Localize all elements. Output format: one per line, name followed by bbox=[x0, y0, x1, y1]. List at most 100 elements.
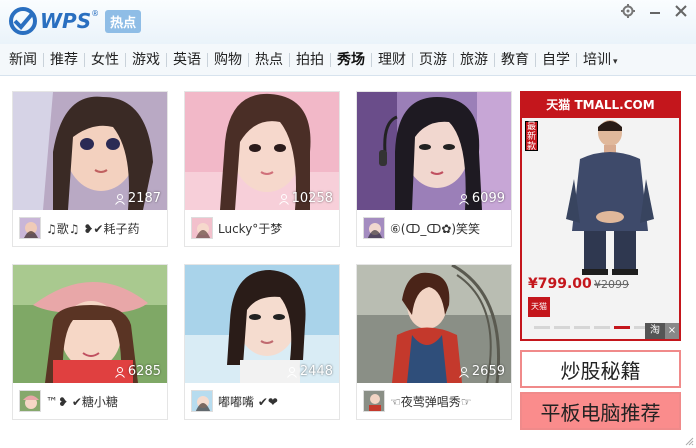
nav-tab[interactable]: 页游 bbox=[413, 44, 453, 76]
nav-tab[interactable]: 热点 bbox=[249, 44, 289, 76]
stream-thumbnail[interactable]: 2659 bbox=[357, 265, 511, 383]
carousel-dot[interactable] bbox=[534, 326, 550, 329]
nav-tab[interactable]: 游戏 bbox=[126, 44, 166, 76]
nav-tab[interactable]: 旅游 bbox=[454, 44, 494, 76]
nav-tab-label: 页游 bbox=[419, 51, 447, 68]
viewer-count: 6099 bbox=[458, 191, 505, 206]
close-button[interactable] bbox=[673, 3, 689, 19]
nav-tab[interactable]: 秀场 bbox=[331, 44, 371, 76]
avatar[interactable] bbox=[363, 390, 385, 412]
nav-tab[interactable]: 新闻 bbox=[3, 44, 43, 76]
viewer-count: 10258 bbox=[278, 191, 333, 206]
hotspot-badge: 热点 bbox=[105, 9, 142, 33]
nav-tab-label: 拍拍 bbox=[296, 51, 324, 68]
ad-carousel-indicator[interactable] bbox=[534, 326, 650, 329]
stream-thumbnail[interactable]: 10258 bbox=[185, 92, 339, 210]
live-room-card[interactable]: 2659 ☜夜莺弹唱秀☞ bbox=[356, 264, 512, 420]
viewer-count: 6285 bbox=[114, 364, 161, 379]
nav-tab[interactable]: 女性 bbox=[85, 44, 125, 76]
viewer-count-value: 6285 bbox=[127, 364, 161, 379]
gear-icon bbox=[621, 4, 635, 18]
nav-tab-label: 英语 bbox=[173, 51, 201, 68]
carousel-dot-active[interactable] bbox=[614, 326, 630, 329]
tmall-ad-banner[interactable]: 天猫 TMALL.COM 最新款 ¥799.00 ¥2099 天猫 淘 × bbox=[520, 91, 681, 341]
ad-close-button[interactable]: × bbox=[665, 323, 679, 339]
nav-tab-label: 热点 bbox=[255, 51, 283, 68]
avatar[interactable] bbox=[19, 390, 41, 412]
carousel-dot[interactable] bbox=[574, 326, 590, 329]
logo-registered-mark: ® bbox=[91, 9, 100, 18]
nav-tab-label: 理财 bbox=[378, 51, 406, 68]
category-nav: 新闻 推荐 女性 游戏 英语 购物 热点 拍拍 秀场 理财 页游 旅游 教育 自学 培训 ▾ bbox=[0, 44, 696, 76]
nav-tab[interactable]: 理财 bbox=[372, 44, 412, 76]
close-icon bbox=[675, 5, 687, 17]
promo-link-stocks[interactable]: 炒股秘籍 bbox=[520, 350, 681, 388]
live-room-card[interactable]: 10258 Lucky°于梦 bbox=[184, 91, 340, 247]
viewer-count-value: 2659 bbox=[471, 364, 505, 379]
nav-tab-label: 秀场 bbox=[337, 51, 365, 68]
nav-tab[interactable]: 购物 bbox=[208, 44, 248, 76]
nav-tab-label: 购物 bbox=[214, 51, 242, 68]
nickname[interactable]: 嘟嘟嘴 ✔❤ bbox=[218, 393, 278, 410]
taobao-icon[interactable]: 淘 bbox=[645, 323, 665, 339]
ad-header: 天猫 TMALL.COM bbox=[522, 93, 679, 118]
viewer-count-value: 2187 bbox=[127, 191, 161, 206]
avatar[interactable] bbox=[191, 217, 213, 239]
wps-logo-icon bbox=[9, 7, 37, 35]
card-footer: ☜夜莺弹唱秀☞ bbox=[357, 383, 511, 419]
carousel-dot[interactable] bbox=[594, 326, 610, 329]
nickname[interactable]: ™❥ ✔糖小糖 bbox=[46, 393, 118, 410]
nickname[interactable]: ☜夜莺弹唱秀☞ bbox=[390, 393, 472, 410]
carousel-dot[interactable] bbox=[554, 326, 570, 329]
logo-text: WPS bbox=[40, 9, 92, 33]
nav-tab[interactable]: 培训 ▾ bbox=[577, 44, 624, 76]
avatar[interactable] bbox=[19, 217, 41, 239]
avatar[interactable] bbox=[363, 217, 385, 239]
viewer-count: 2448 bbox=[286, 364, 333, 379]
nav-tab[interactable]: 自学 bbox=[536, 44, 576, 76]
nav-tab-label: 女性 bbox=[91, 51, 119, 68]
live-room-card[interactable]: 6099 ⑥(ↀ_ↀ✿)笑笑 bbox=[356, 91, 512, 247]
nav-tab[interactable]: 英语 bbox=[167, 44, 207, 76]
stream-thumbnail[interactable]: 2187 bbox=[13, 92, 167, 210]
viewer-count: 2659 bbox=[458, 364, 505, 379]
ad-price: ¥799.00 bbox=[528, 276, 592, 292]
minimize-button[interactable] bbox=[647, 3, 663, 19]
nav-tab[interactable]: 拍拍 bbox=[290, 44, 330, 76]
stream-thumbnail[interactable]: 2448 bbox=[185, 265, 339, 383]
user-icon bbox=[278, 193, 289, 205]
nickname[interactable]: Lucky°于梦 bbox=[218, 220, 282, 237]
card-footer: Lucky°于梦 bbox=[185, 210, 339, 246]
live-room-card[interactable]: 2448 嘟嘟嘴 ✔❤ bbox=[184, 264, 340, 420]
nav-tab-label: 自学 bbox=[542, 51, 570, 68]
live-room-card[interactable]: 6285 ™❥ ✔糖小糖 bbox=[12, 264, 168, 420]
nav-tab-label: 培训 bbox=[583, 51, 611, 68]
resize-grip-icon[interactable] bbox=[684, 436, 694, 446]
nav-tab-label: 推荐 bbox=[50, 51, 78, 68]
nav-tab-label: 游戏 bbox=[132, 51, 160, 68]
nickname[interactable]: ⑥(ↀ_ↀ✿)笑笑 bbox=[390, 220, 480, 237]
viewer-count: 2187 bbox=[114, 191, 161, 206]
nickname[interactable]: ♫歌♫ ❥✔耗子药 bbox=[46, 220, 139, 237]
user-icon bbox=[115, 193, 125, 205]
ad-original-price: ¥2099 bbox=[594, 278, 629, 291]
card-footer: 嘟嘟嘴 ✔❤ bbox=[185, 383, 339, 419]
ad-new-badge: 最新款 bbox=[525, 121, 538, 152]
nav-tab[interactable]: 推荐 bbox=[44, 44, 84, 76]
nav-tab-label: 新闻 bbox=[9, 51, 37, 68]
user-icon bbox=[459, 366, 469, 378]
settings-button[interactable] bbox=[620, 3, 636, 19]
avatar[interactable] bbox=[191, 390, 213, 412]
user-icon bbox=[459, 193, 469, 205]
viewer-count-value: 10258 bbox=[291, 191, 333, 206]
promo-link-tablets[interactable]: 平板电脑推荐 bbox=[520, 392, 681, 430]
user-icon bbox=[115, 366, 125, 378]
nav-tab[interactable]: 教育 bbox=[495, 44, 535, 76]
ad-model-image bbox=[566, 120, 654, 275]
stream-thumbnail[interactable]: 6099 bbox=[357, 92, 511, 210]
minimize-icon bbox=[650, 12, 660, 14]
tmall-cat-icon: 天猫 bbox=[528, 297, 550, 317]
nav-tab-label: 旅游 bbox=[460, 51, 488, 68]
stream-thumbnail[interactable]: 6285 bbox=[13, 265, 167, 383]
live-room-card[interactable]: 2187 ♫歌♫ ❥✔耗子药 bbox=[12, 91, 168, 247]
